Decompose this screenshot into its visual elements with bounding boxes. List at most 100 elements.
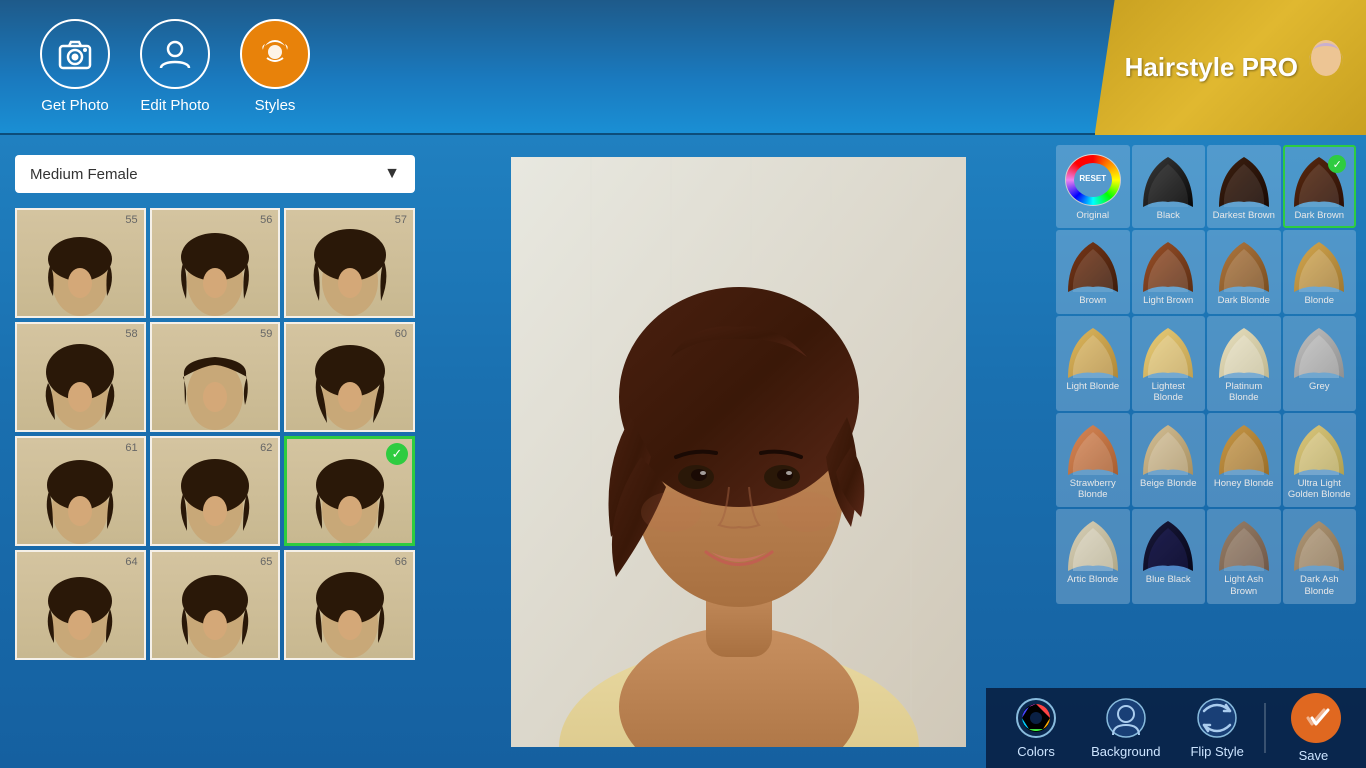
bottom-toolbar: Colors Background Flip Style xyxy=(986,688,1366,768)
style-item-65[interactable]: 65 xyxy=(150,550,281,660)
color-item-original[interactable]: RESET RESET Original xyxy=(1056,145,1130,228)
style-grid: 55 56 xyxy=(15,208,415,660)
styles-icon xyxy=(240,19,310,89)
color-item-honey-blonde[interactable]: Honey Blonde xyxy=(1207,413,1281,508)
style-number-56: 56 xyxy=(260,214,272,226)
toolbar-colors-btn[interactable]: Colors xyxy=(996,689,1076,767)
style-number-55: 55 xyxy=(125,214,137,226)
ultra-light-golden-label: Ultra Light Golden Blonde xyxy=(1288,478,1352,501)
style-item-57[interactable]: 57 xyxy=(284,208,415,318)
original-swatch: RESET RESET xyxy=(1063,152,1123,207)
edit-photo-label: Edit Photo xyxy=(140,97,209,114)
blue-black-label: Blue Black xyxy=(1146,574,1191,585)
dark-blonde-label: Dark Blonde xyxy=(1218,295,1270,306)
save-icon xyxy=(1291,693,1341,743)
style-item-61[interactable]: 61 xyxy=(15,436,146,546)
strawberry-blonde-label: Strawberry Blonde xyxy=(1061,478,1125,501)
nav-styles[interactable]: Styles xyxy=(240,19,310,114)
colors-panel: RESET RESET Original xyxy=(1046,135,1366,768)
color-item-darkest-brown[interactable]: Darkest Brown xyxy=(1207,145,1281,228)
ultra-light-golden-swatch xyxy=(1289,420,1349,475)
color-item-strawberry-blonde[interactable]: Strawberry Blonde xyxy=(1056,413,1130,508)
style-number-65: 65 xyxy=(260,556,272,568)
color-item-lightest-blonde[interactable]: Lightest Blonde xyxy=(1132,316,1206,411)
honey-blonde-swatch xyxy=(1214,420,1274,475)
color-item-blonde[interactable]: Blonde xyxy=(1283,230,1357,313)
nav-get-photo[interactable]: Get Photo xyxy=(40,19,110,114)
brown-label: Brown xyxy=(1079,295,1106,306)
color-item-brown[interactable]: Brown xyxy=(1056,230,1130,313)
grey-label: Grey xyxy=(1309,381,1330,392)
dropdown-arrow-icon: ▼ xyxy=(384,165,400,183)
style-number-60: 60 xyxy=(395,328,407,340)
color-item-light-brown[interactable]: Light Brown xyxy=(1132,230,1206,313)
blonde-label: Blonde xyxy=(1304,295,1334,306)
color-item-ultra-light-golden[interactable]: Ultra Light Golden Blonde xyxy=(1283,413,1357,508)
app-title: Hairstyle PRO xyxy=(1125,52,1298,83)
light-blonde-swatch xyxy=(1063,323,1123,378)
lightest-blonde-swatch xyxy=(1138,323,1198,378)
style-number-64: 64 xyxy=(125,556,137,568)
beige-blonde-label: Beige Blonde xyxy=(1140,478,1197,489)
toolbar-background-btn[interactable]: Background xyxy=(1076,689,1175,767)
dark-ash-blonde-label: Dark Ash Blonde xyxy=(1288,574,1352,597)
light-blonde-label: Light Blonde xyxy=(1066,381,1119,392)
color-item-grey[interactable]: Grey xyxy=(1283,316,1357,411)
style-number-66: 66 xyxy=(395,556,407,568)
style-number-57: 57 xyxy=(395,214,407,226)
toolbar-divider xyxy=(1264,703,1266,753)
dark-blonde-swatch xyxy=(1214,237,1274,292)
artic-blonde-label: Artic Blonde xyxy=(1067,574,1118,585)
beige-blonde-swatch xyxy=(1138,420,1198,475)
style-item-64[interactable]: 64 xyxy=(15,550,146,660)
color-item-beige-blonde[interactable]: Beige Blonde xyxy=(1132,413,1206,508)
blonde-swatch xyxy=(1289,237,1349,292)
color-item-dark-blonde[interactable]: Dark Blonde xyxy=(1207,230,1281,313)
style-number-61: 61 xyxy=(125,442,137,454)
strawberry-blonde-swatch xyxy=(1063,420,1123,475)
background-label: Background xyxy=(1091,744,1160,759)
artic-blonde-swatch xyxy=(1063,516,1123,571)
style-item-63[interactable]: ✓ xyxy=(284,436,415,546)
color-item-dark-brown[interactable]: ✓ Dark Brown xyxy=(1283,145,1357,228)
style-checkmark-63: ✓ xyxy=(386,443,408,465)
header-nav: Get Photo Edit Photo Styles xyxy=(40,19,310,114)
get-photo-icon xyxy=(40,19,110,89)
toolbar-flip-style-btn[interactable]: Flip Style xyxy=(1175,689,1258,767)
color-item-light-blonde[interactable]: Light Blonde xyxy=(1056,316,1130,411)
style-item-59[interactable]: 59 xyxy=(150,322,281,432)
color-item-light-ash-brown[interactable]: Light Ash Brown xyxy=(1207,509,1281,604)
platinum-blonde-label: Platinum Blonde xyxy=(1212,381,1276,404)
style-item-66[interactable]: 66 xyxy=(284,550,415,660)
platinum-blonde-swatch xyxy=(1214,323,1274,378)
save-icon-container xyxy=(1286,693,1341,743)
black-label: Black xyxy=(1157,210,1180,221)
light-ash-brown-swatch xyxy=(1214,516,1274,571)
style-category-dropdown[interactable]: Medium Female ▼ xyxy=(15,155,415,193)
lightest-blonde-label: Lightest Blonde xyxy=(1137,381,1201,404)
style-item-60[interactable]: 60 xyxy=(284,322,415,432)
color-item-black[interactable]: Black xyxy=(1132,145,1206,228)
flip-style-icon xyxy=(1196,697,1238,739)
save-label: Save xyxy=(1299,748,1329,763)
light-brown-label: Light Brown xyxy=(1143,295,1193,306)
brown-swatch xyxy=(1063,237,1123,292)
nav-edit-photo[interactable]: Edit Photo xyxy=(140,19,210,114)
color-item-dark-ash-blonde[interactable]: Dark Ash Blonde xyxy=(1283,509,1357,604)
color-item-platinum-blonde[interactable]: Platinum Blonde xyxy=(1207,316,1281,411)
color-item-blue-black[interactable]: Blue Black xyxy=(1132,509,1206,604)
style-item-55[interactable]: 55 xyxy=(15,208,146,318)
original-label: Original xyxy=(1076,210,1109,221)
grey-swatch xyxy=(1289,323,1349,378)
main-content: Medium Female ▼ 55 xyxy=(0,135,1366,768)
style-item-58[interactable]: 58 xyxy=(15,322,146,432)
dark-brown-label: Dark Brown xyxy=(1294,210,1344,221)
color-item-artic-blonde[interactable]: Artic Blonde xyxy=(1056,509,1130,604)
style-item-56[interactable]: 56 xyxy=(150,208,281,318)
light-ash-brown-label: Light Ash Brown xyxy=(1212,574,1276,597)
toolbar-save-btn[interactable]: Save xyxy=(1271,685,1356,768)
honey-blonde-label: Honey Blonde xyxy=(1214,478,1274,489)
colors-label: Colors xyxy=(1017,744,1055,759)
photo-preview xyxy=(430,135,1046,768)
style-item-62[interactable]: 62 xyxy=(150,436,281,546)
